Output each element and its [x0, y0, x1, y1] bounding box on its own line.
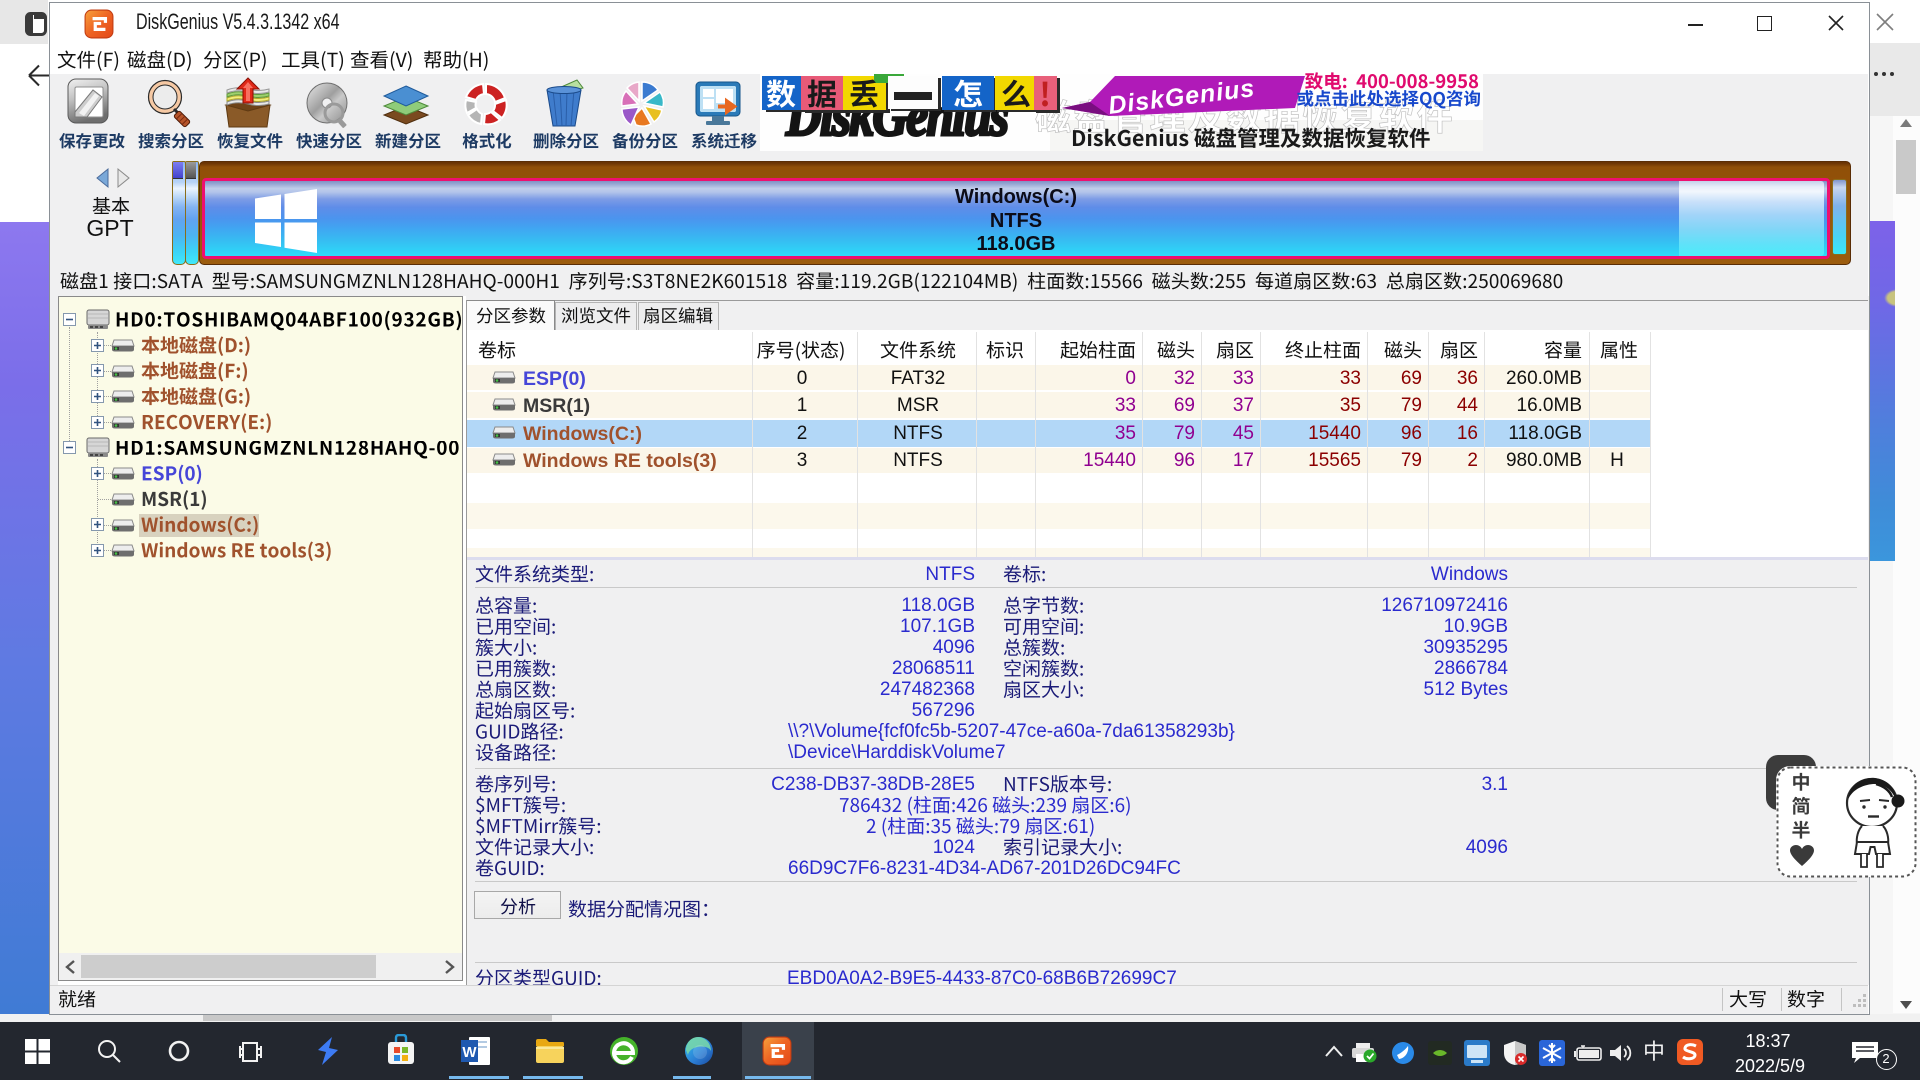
svg-text:W: W	[462, 1044, 477, 1061]
